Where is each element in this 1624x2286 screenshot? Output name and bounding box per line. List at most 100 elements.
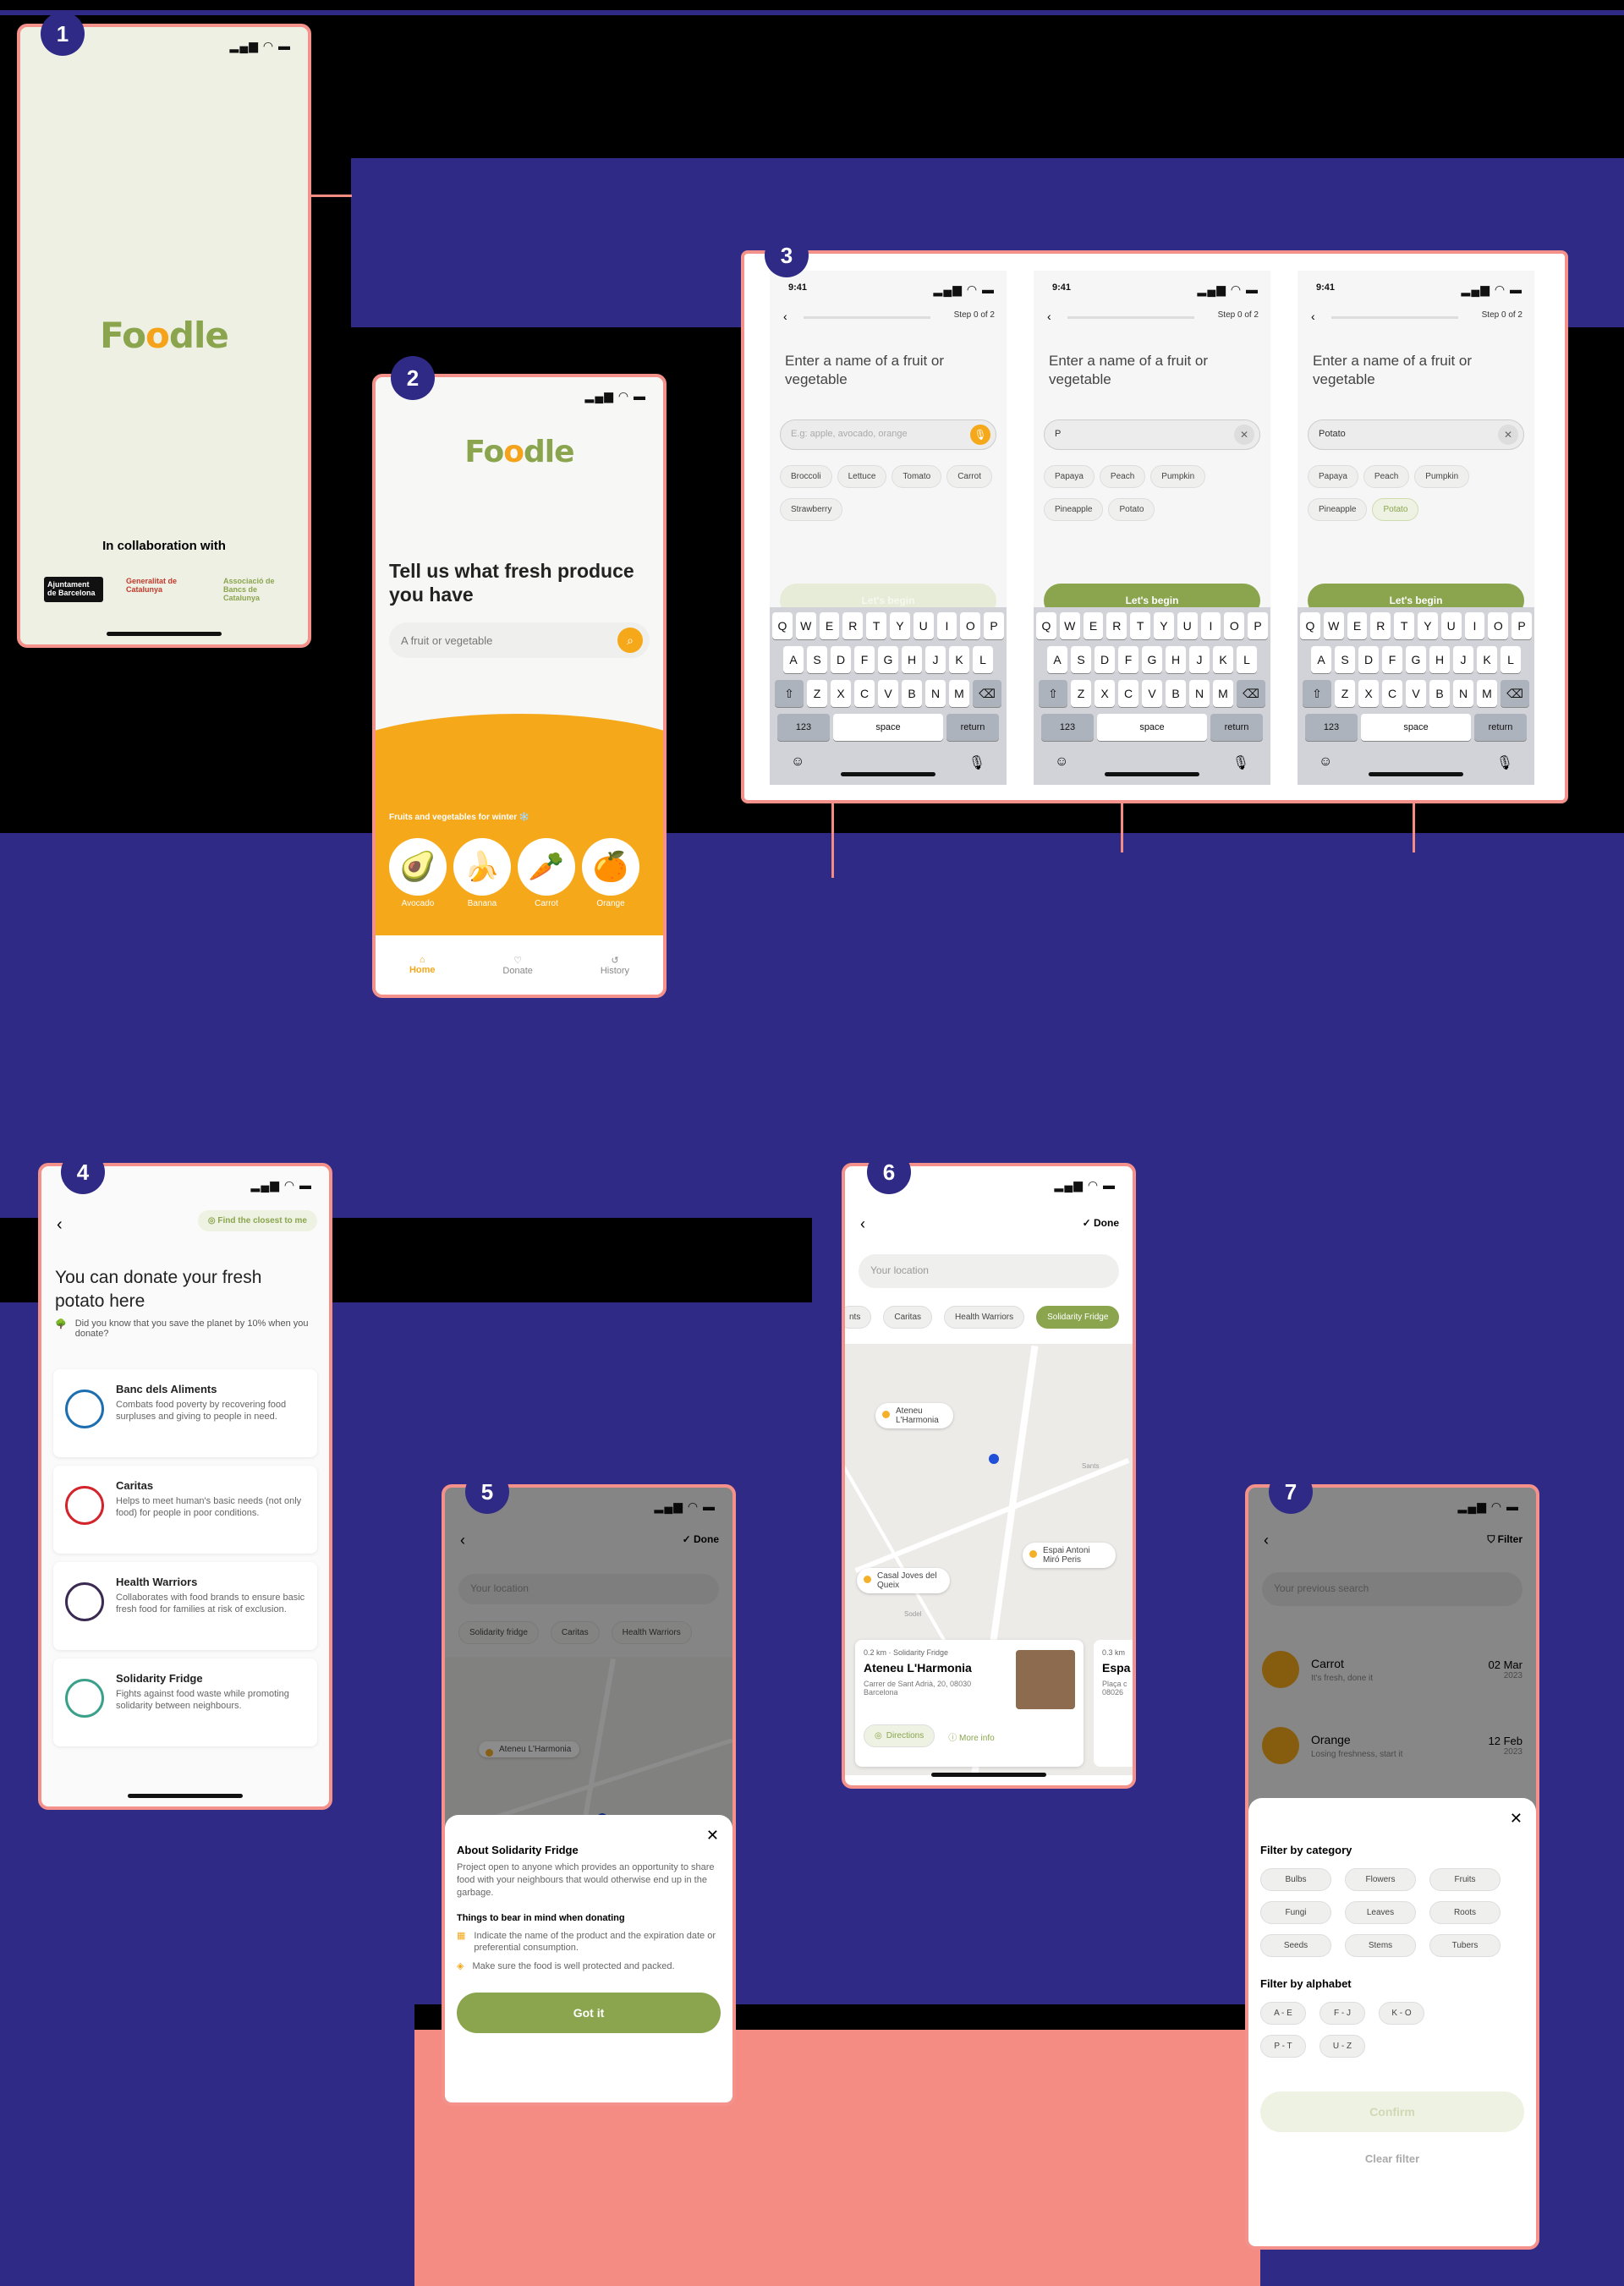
key[interactable]: V (1406, 680, 1426, 707)
return-key[interactable]: return (1474, 714, 1527, 741)
category-chip[interactable]: Flowers (1345, 1868, 1416, 1891)
filter-chip[interactable]: Health Warriors (944, 1306, 1025, 1329)
numbers-key[interactable]: 123 (1305, 714, 1358, 741)
suggestion-chip[interactable]: Peach (1363, 465, 1410, 488)
place-card[interactable]: 0.2 km · Solidarity Fridge Ateneu L'Harm… (855, 1640, 1084, 1767)
back-icon[interactable]: ‹ (57, 1215, 63, 1235)
key[interactable]: A (1311, 646, 1331, 673)
alphabet-chip[interactable]: K - O (1379, 2002, 1424, 2025)
produce-input[interactable]: E.g: apple, avocado, orange 🎙 (780, 419, 996, 450)
key[interactable]: P (984, 612, 1004, 639)
key[interactable]: Q (1300, 612, 1320, 639)
key[interactable]: E (819, 612, 840, 639)
key[interactable]: L (1501, 646, 1521, 673)
key[interactable]: G (878, 646, 898, 673)
key[interactable]: S (1335, 646, 1355, 673)
key[interactable]: G (1406, 646, 1426, 673)
category-chip[interactable]: Bulbs (1260, 1868, 1331, 1891)
key[interactable]: C (1118, 680, 1138, 707)
key[interactable]: J (1189, 646, 1210, 673)
key[interactable]: B (902, 680, 922, 707)
key[interactable]: H (1166, 646, 1186, 673)
key[interactable]: G (1142, 646, 1162, 673)
space-key[interactable]: space (1097, 714, 1207, 741)
category-chip[interactable]: Fruits (1429, 1868, 1501, 1891)
mic-icon[interactable]: 🎙 (1232, 754, 1249, 771)
key[interactable]: O (1488, 612, 1509, 639)
produce-item[interactable]: 🥑 Avocado (389, 838, 447, 908)
suggestion-chip[interactable]: Pumpkin (1414, 465, 1470, 488)
key[interactable]: M (1213, 680, 1233, 707)
search-input[interactable]: A fruit or vegetable ⌕ (389, 622, 650, 658)
key[interactable]: D (831, 646, 851, 673)
key[interactable]: F (854, 646, 875, 673)
key[interactable]: Z (1071, 680, 1091, 707)
key[interactable]: H (1429, 646, 1450, 673)
key[interactable]: F (1382, 646, 1402, 673)
key[interactable]: E (1083, 612, 1104, 639)
clear-filter-link[interactable]: Clear filter (1260, 2152, 1524, 2165)
map-pin[interactable]: Espai Antoni Miró Peris (1023, 1543, 1116, 1568)
key[interactable]: K (1477, 646, 1497, 673)
back-icon[interactable]: ‹ (1047, 310, 1051, 323)
org-card[interactable]: Solidarity Fridge Fights against food wa… (53, 1658, 317, 1746)
key[interactable]: E (1347, 612, 1368, 639)
clear-icon[interactable]: ✕ (1234, 425, 1254, 445)
produce-input[interactable]: Potato ✕ (1308, 419, 1524, 450)
suggestion-chip[interactable]: Tomato (892, 465, 942, 488)
suggestion-chip[interactable]: Strawberry (780, 498, 843, 521)
category-chip[interactable]: Fungi (1260, 1901, 1331, 1924)
key[interactable]: I (1464, 612, 1485, 639)
category-chip[interactable]: Stems (1345, 1934, 1416, 1957)
nav-donate[interactable]: ♡ Donate (502, 955, 532, 976)
key[interactable]: S (1071, 646, 1091, 673)
key[interactable]: S (807, 646, 827, 673)
backspace-key[interactable]: ⌫ (1237, 680, 1265, 707)
key[interactable]: Y (890, 612, 910, 639)
clear-icon[interactable]: ✕ (1498, 425, 1518, 445)
filter-chip[interactable]: nts (845, 1306, 872, 1329)
category-chip[interactable]: Seeds (1260, 1934, 1331, 1957)
org-card[interactable]: Caritas Helps to meet human's basic need… (53, 1466, 317, 1554)
key[interactable]: K (1213, 646, 1233, 673)
key[interactable]: M (949, 680, 969, 707)
key[interactable]: H (902, 646, 922, 673)
search-icon[interactable]: ⌕ (617, 628, 643, 653)
key[interactable]: X (831, 680, 851, 707)
key[interactable]: Z (807, 680, 827, 707)
map-pin[interactable]: Casal Joves del Queix (857, 1568, 950, 1593)
suggestion-chip[interactable]: Potato (1108, 498, 1155, 521)
alphabet-chip[interactable]: A - E (1260, 2002, 1306, 2025)
got-it-button[interactable]: Got it (457, 1993, 721, 2033)
alphabet-chip[interactable]: P - T (1260, 2035, 1306, 2058)
suggestion-chip[interactable]: Lettuce (837, 465, 887, 488)
key[interactable]: P (1512, 612, 1532, 639)
close-icon[interactable]: ✕ (706, 1827, 719, 1845)
key[interactable]: L (973, 646, 993, 673)
key[interactable]: U (1440, 612, 1462, 639)
back-icon[interactable]: ‹ (1311, 310, 1315, 323)
key[interactable]: D (1095, 646, 1115, 673)
find-closest-button[interactable]: ◎ Find the closest to me (197, 1210, 317, 1231)
suggestion-chip[interactable]: Papaya (1044, 465, 1095, 488)
nav-history[interactable]: ↺ History (601, 955, 629, 976)
key[interactable]: N (1453, 680, 1473, 707)
suggestion-chip[interactable]: Pineapple (1044, 498, 1104, 521)
more-info-button[interactable]: ⓘ More info (948, 1724, 994, 1757)
key[interactable]: B (1166, 680, 1186, 707)
mic-icon[interactable]: 🎙 (970, 425, 990, 445)
key[interactable]: J (1453, 646, 1473, 673)
key[interactable]: Y (1154, 612, 1174, 639)
produce-item[interactable]: 🥕 Carrot (518, 838, 575, 908)
numbers-key[interactable]: 123 (777, 714, 830, 741)
key[interactable]: R (1106, 612, 1127, 639)
return-key[interactable]: return (946, 714, 999, 741)
key[interactable]: W (1323, 612, 1344, 639)
key[interactable]: C (1382, 680, 1402, 707)
key[interactable]: T (1394, 612, 1414, 639)
category-chip[interactable]: Roots (1429, 1901, 1501, 1924)
org-card[interactable]: Health Warriors Collaborates with food b… (53, 1562, 317, 1650)
shift-key[interactable]: ⇧ (1039, 680, 1067, 707)
key[interactable]: Y (1418, 612, 1438, 639)
back-icon[interactable]: ‹ (860, 1215, 865, 1233)
